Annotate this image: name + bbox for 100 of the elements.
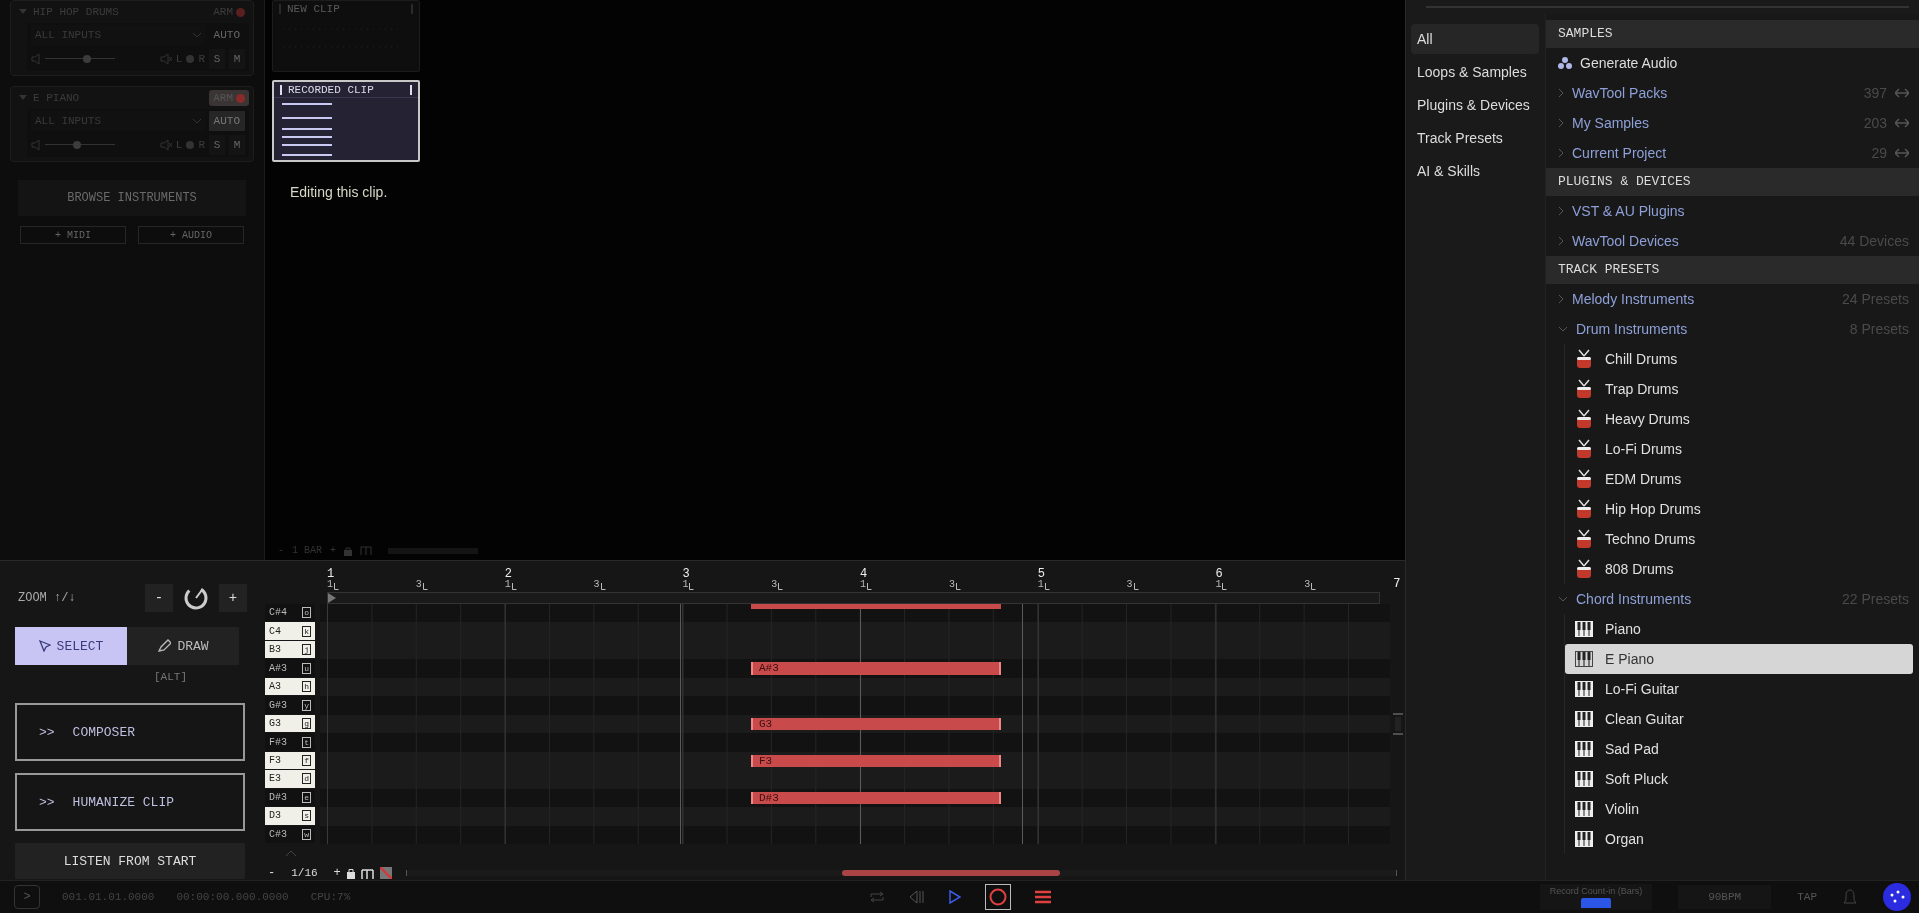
- pan-knob-icon[interactable]: [186, 55, 195, 63]
- avatar-icon[interactable]: [1883, 883, 1911, 911]
- clip-hint: Editing this clip.: [290, 184, 389, 200]
- snap-off-icon[interactable]: [379, 867, 392, 879]
- preset-item[interactable]: Chill Drums: [1565, 344, 1913, 374]
- midi-note[interactable]: F3: [751, 754, 1001, 768]
- beat-tick-icon: [422, 583, 428, 590]
- beat-number: 3: [593, 580, 600, 590]
- rewind-icon[interactable]: [908, 890, 925, 904]
- preset-item[interactable]: 808 Drums: [1565, 554, 1913, 584]
- pencil-icon: [157, 639, 172, 653]
- note-grid[interactable]: A#3 G3 F3 D#3: [320, 604, 1390, 844]
- beat-number: 3: [948, 580, 955, 590]
- piano-key[interactable]: A3 h: [265, 677, 315, 696]
- midi-note[interactable]: G3: [751, 717, 1001, 731]
- piano-keys-icon: [1575, 741, 1593, 757]
- piano-key[interactable]: D#3 e: [265, 788, 315, 807]
- zoom-in-button[interactable]: +: [219, 584, 247, 612]
- piano-key[interactable]: C#4 o: [265, 604, 315, 622]
- knob-icon[interactable]: [183, 585, 209, 611]
- volume-thumb[interactable]: [83, 55, 91, 63]
- chevron-down-icon: [1558, 596, 1568, 602]
- piano-key[interactable]: F3 f: [265, 751, 315, 770]
- preset-item[interactable]: Clean Guitar: [1565, 704, 1913, 734]
- beat-tick-icon: [1311, 583, 1317, 590]
- preset-item[interactable]: Organ: [1565, 824, 1913, 854]
- speaker-icon: [31, 140, 41, 150]
- piano-key[interactable]: F#3 t: [265, 733, 315, 751]
- preset-item[interactable]: E Piano: [1565, 644, 1913, 674]
- beat-number: 1: [327, 580, 333, 590]
- drum-icon: [1575, 379, 1593, 399]
- preset-item[interactable]: Heavy Drums: [1565, 404, 1913, 434]
- three-dots-icon: [1558, 57, 1572, 69]
- tool-button[interactable]: DRAW: [127, 627, 239, 665]
- generate-audio-item[interactable]: Generate Audio: [1546, 48, 1919, 78]
- shortcut-hint: [ALT]: [153, 671, 188, 683]
- listen-from-start-button[interactable]: LISTEN FROM START: [15, 843, 245, 879]
- volume-slider[interactable]: [45, 140, 115, 150]
- piano-key[interactable]: E3 d: [265, 770, 315, 788]
- volume-thumb[interactable]: [72, 141, 81, 149]
- caret-down-icon: [19, 95, 27, 101]
- zoom-in-button[interactable]: +: [333, 866, 341, 880]
- preset-item[interactable]: Techno Drums: [1565, 524, 1913, 554]
- piano-key[interactable]: D3 s: [265, 807, 315, 825]
- chevron-down-icon: [192, 118, 201, 124]
- note-lane[interactable]: A#3: [320, 659, 1390, 678]
- preset-item[interactable]: Lo-Fi Guitar: [1565, 674, 1913, 704]
- drum-icon: [1575, 349, 1593, 369]
- swap-arrows-icon: [1895, 148, 1909, 158]
- caret-up-icon[interactable]: [286, 850, 296, 856]
- lock-icon[interactable]: [346, 867, 355, 879]
- clip-handle-icon: [280, 84, 282, 95]
- horizontal-scrollbar[interactable]: [405, 870, 1397, 876]
- action-button[interactable]: >> HUMANIZE CLIP: [15, 773, 245, 831]
- piano-key[interactable]: A#3 u: [265, 659, 315, 677]
- preset-item[interactable]: Soft Pluck: [1565, 764, 1913, 794]
- piano-key[interactable]: C4 k: [265, 622, 315, 640]
- midi-note[interactable]: [751, 604, 1001, 609]
- zoom-out-button[interactable]: -: [145, 584, 173, 612]
- bar-number: 5: [1037, 568, 1046, 580]
- volume-slider[interactable]: [45, 54, 115, 64]
- note-lane[interactable]: [320, 604, 1390, 623]
- bar-number: 2: [504, 568, 513, 580]
- preset-item[interactable]: Violin: [1565, 794, 1913, 824]
- preset-item[interactable]: Trap Drums: [1565, 374, 1913, 404]
- caret-down-icon: [19, 9, 27, 15]
- section-header: SAMPLES: [1546, 20, 1919, 48]
- speaker-icon: [31, 54, 41, 64]
- category-item[interactable]: AI & Skills: [1411, 156, 1539, 186]
- clip-name: NEW CLIP: [286, 3, 341, 15]
- preset-item[interactable]: Piano: [1565, 614, 1913, 644]
- piano-key[interactable]: C#3 w: [265, 825, 315, 844]
- chevron-right-icon: [1558, 118, 1564, 128]
- midi-clip[interactable]: RECORDED CLIP: [272, 80, 420, 162]
- play-icon[interactable]: [948, 890, 961, 904]
- preset-item[interactable]: Lo-Fi Drums: [1565, 434, 1913, 464]
- midi-note[interactable]: A#3: [751, 662, 1001, 675]
- tool-button[interactable]: SELECT: [15, 627, 127, 665]
- piano-keys-icon: [1575, 801, 1593, 817]
- piano-key[interactable]: G#3 y: [265, 696, 315, 714]
- zoom-out-button[interactable]: -: [268, 866, 276, 880]
- section-header: PLUGINS & DEVICES: [1546, 168, 1919, 196]
- category-item[interactable]: Loops & Samples: [1411, 57, 1539, 87]
- pan-knob-icon[interactable]: [186, 141, 195, 149]
- loop-icon[interactable]: [868, 891, 885, 903]
- category-item[interactable]: Plugins & Devices: [1411, 90, 1539, 120]
- list-icon[interactable]: [1034, 890, 1051, 904]
- bar-number: 6: [1215, 568, 1224, 580]
- category-item[interactable]: Track Presets: [1411, 123, 1539, 153]
- action-button[interactable]: >> COMPOSER: [15, 703, 245, 761]
- category-item[interactable]: All: [1411, 24, 1539, 54]
- preset-item[interactable]: Hip Hop Drums: [1565, 494, 1913, 524]
- folder-item[interactable]: VST & AU Plugins: [1546, 196, 1919, 226]
- preset-item[interactable]: Sad Pad: [1565, 734, 1913, 764]
- piano-key[interactable]: B3 j: [265, 640, 315, 659]
- midi-note[interactable]: D#3: [751, 791, 1001, 805]
- record-button[interactable]: [984, 884, 1011, 910]
- preset-item[interactable]: EDM Drums: [1565, 464, 1913, 494]
- bell-icon[interactable]: [1843, 889, 1857, 905]
- piano-key[interactable]: G3 g: [265, 714, 315, 733]
